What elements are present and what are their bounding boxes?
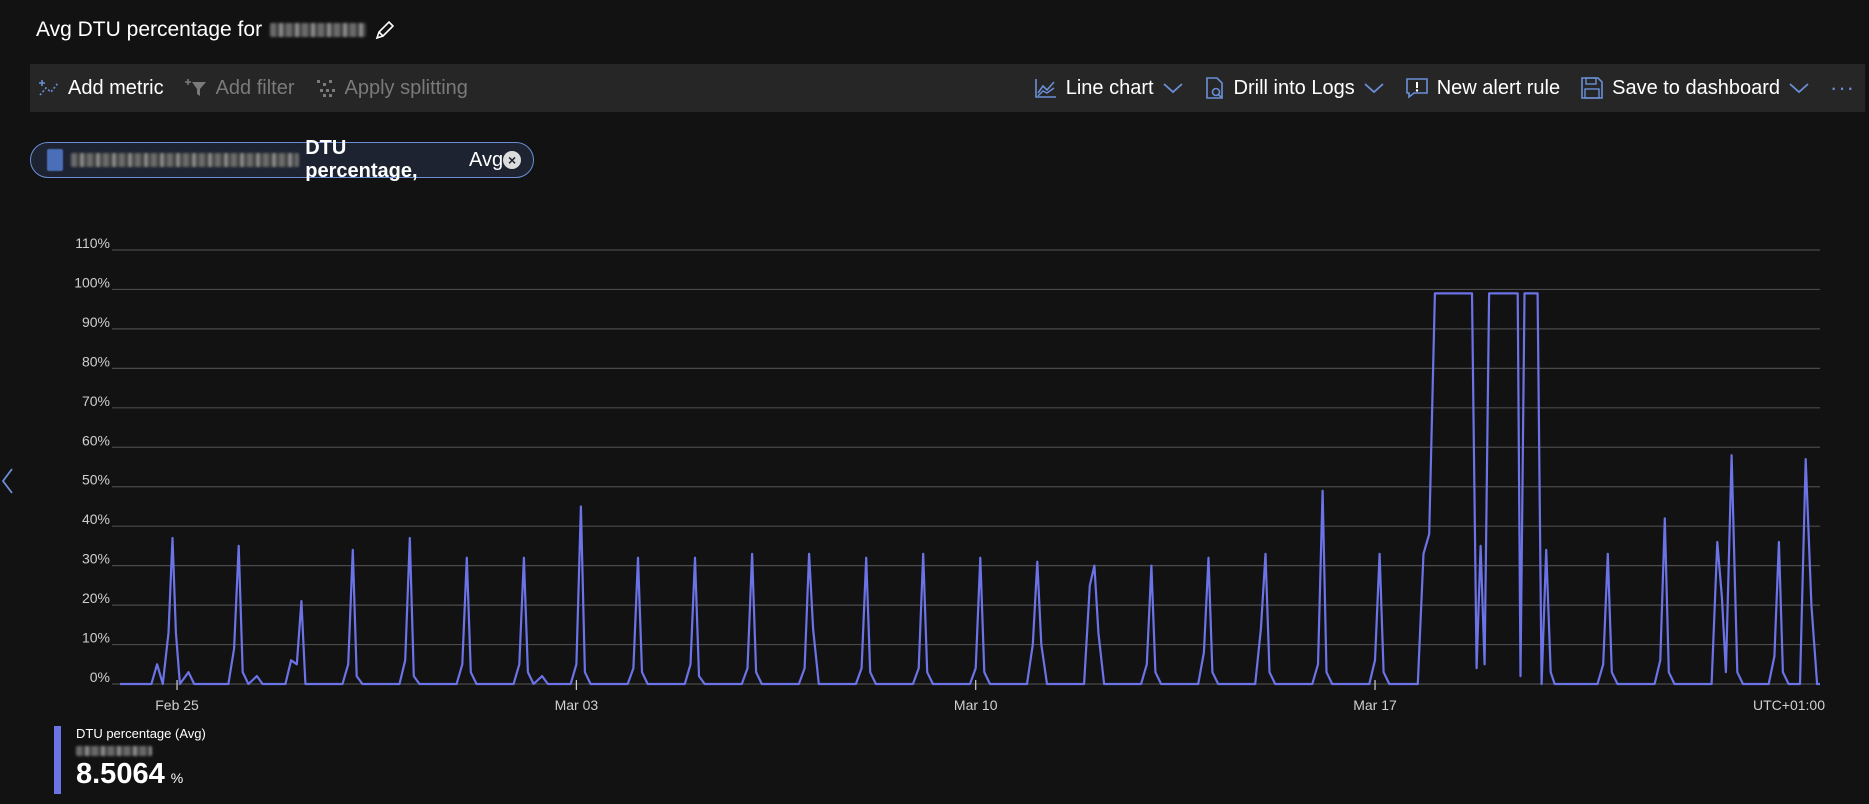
y-tick-label: 30% — [82, 551, 110, 567]
y-tick-label: 20% — [82, 590, 110, 606]
y-tick-label: 60% — [82, 432, 110, 448]
y-tick-label: 100% — [74, 274, 110, 290]
y-tick-label: 70% — [82, 393, 110, 409]
legend-value: 8.5064% — [76, 758, 206, 791]
y-tick-label: 40% — [82, 511, 110, 527]
redacted-legend-resource — [76, 746, 152, 756]
legend-value-number: 8.5064 — [76, 758, 165, 790]
y-tick-label: 10% — [82, 630, 110, 646]
legend-series-name: DTU percentage (Avg) — [76, 726, 206, 741]
y-tick-label: 110% — [75, 235, 110, 251]
y-tick-label: 90% — [82, 314, 110, 330]
y-tick-label: 50% — [82, 472, 110, 488]
x-tick-label: Mar 03 — [555, 697, 599, 713]
chart-legend[interactable]: DTU percentage (Avg) 8.5064% — [54, 726, 206, 794]
timezone-label: UTC+01:00 — [1753, 697, 1825, 713]
x-tick-label: Feb 25 — [155, 697, 199, 713]
y-tick-label: 80% — [82, 353, 110, 369]
x-tick-label: Mar 17 — [1353, 697, 1397, 713]
y-axis-ticks: 0% 10% 20% 30% 40% 50% 60% 70% 80% 90% 100% 110% — [74, 235, 110, 685]
series-line-dtu-percentage — [120, 292, 1820, 686]
legend-unit: % — [170, 770, 184, 786]
x-tick-label: Mar 10 — [954, 697, 998, 713]
grid-lines — [112, 249, 1820, 685]
y-tick-label: 0% — [90, 669, 110, 685]
line-chart: 0% 10% 20% 30% 40% 50% 60% 70% 80% 90% 100% 110% Fe… — [74, 235, 1825, 713]
